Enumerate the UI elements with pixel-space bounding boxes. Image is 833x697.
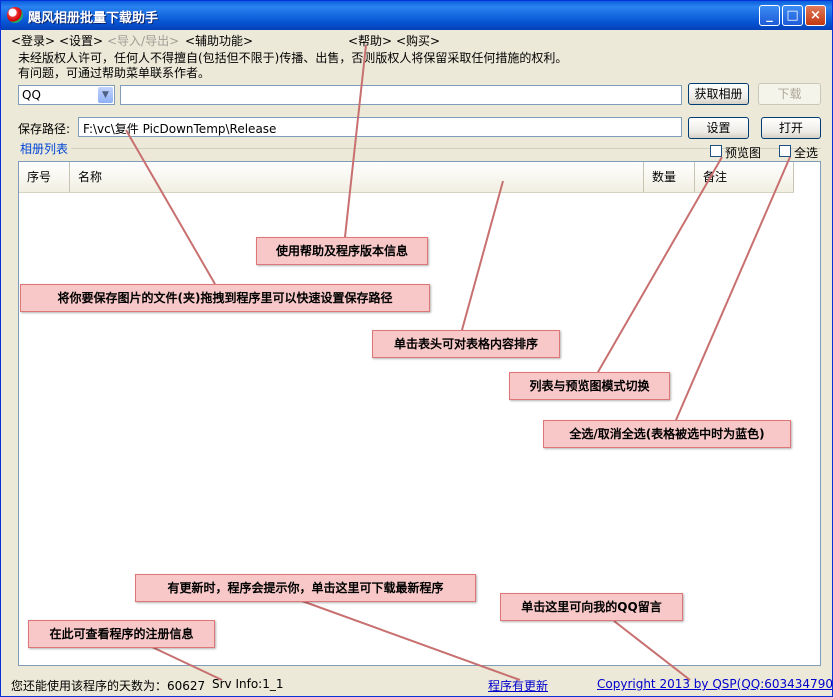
menu-help[interactable]: <帮助> xyxy=(348,32,392,49)
maximize-button[interactable]: □ xyxy=(782,5,803,26)
notice-line-2: 有问题，可通过帮助菜单联系作者。 xyxy=(18,66,211,80)
open-button[interactable]: 打开 xyxy=(761,117,821,139)
notice-line-1: 未经版权人许可，任何人不得擅自(包括但不限于)传播、出售，否则版权人将保留采取任… xyxy=(18,51,568,65)
callout-update: 有更新时，程序会提示你，单击这里可下载最新程序 xyxy=(135,574,476,602)
settings-button[interactable]: 设置 xyxy=(688,117,749,139)
select-all-checkbox[interactable] xyxy=(779,145,791,157)
source-select-value: QQ xyxy=(22,88,41,102)
menu-settings[interactable]: <设置> xyxy=(59,32,103,49)
minimize-button[interactable]: _ xyxy=(759,5,780,26)
callout-drag-path: 将你要保存图片的文件(夹)拖拽到程序里可以快速设置保存路径 xyxy=(20,284,430,312)
menu-buy[interactable]: <购买> xyxy=(396,32,440,49)
album-list-title: 相册列表 xyxy=(20,142,69,156)
column-header-count[interactable]: 数量 xyxy=(644,162,695,192)
app-logo-icon xyxy=(7,7,23,23)
table-header: 序号 名称 数量 备注 xyxy=(19,162,794,193)
close-button[interactable]: × xyxy=(805,5,826,26)
callout-message: 单击这里可向我的QQ留言 xyxy=(500,593,683,621)
callout-mode-switch: 列表与预览图模式切换 xyxy=(509,372,670,400)
window-title: 飓风相册批量下载助手 xyxy=(28,11,159,26)
chevron-down-icon[interactable]: ▼ xyxy=(98,87,113,103)
select-all-checkbox-label[interactable]: 全选 xyxy=(794,144,818,161)
album-url-input[interactable] xyxy=(120,85,682,105)
callout-help: 使用帮助及程序版本信息 xyxy=(256,237,428,265)
fetch-albums-button[interactable]: 获取相册 xyxy=(688,83,749,105)
preview-checkbox-label[interactable]: 预览图 xyxy=(725,144,761,161)
download-button[interactable]: 下载 xyxy=(758,83,821,105)
license-notice: 未经版权人许可，任何人不得擅自(包括但不限于)传播、出售，否则版权人将保留采取任… xyxy=(18,51,567,81)
column-header-remarks[interactable]: 备注 xyxy=(695,162,794,192)
column-header-index[interactable]: 序号 xyxy=(19,162,70,192)
save-path-input[interactable]: F:\vc\复件 PicDownTemp\Release xyxy=(78,117,682,137)
remaining-days-text[interactable]: 您还能使用该程序的天数为：60627 xyxy=(11,677,205,694)
preview-checkbox[interactable] xyxy=(710,145,722,157)
callout-register: 在此可查看程序的注册信息 xyxy=(28,620,215,648)
status-bar: 您还能使用该程序的天数为：60627 Srv Info:1_1 程序有更新 Co… xyxy=(1,672,833,696)
source-select[interactable]: QQ ▼ xyxy=(18,85,115,105)
copyright-link[interactable]: Copyright 2013 by QSP(QQ:603434790) xyxy=(597,677,833,691)
save-path-label: 保存路径: xyxy=(18,122,71,136)
menu-import-export[interactable]: <导入/导出> xyxy=(107,32,179,49)
callout-select-all: 全选/取消全选(表格被选中时为蓝色) xyxy=(543,420,791,448)
server-info-text: Srv Info:1_1 xyxy=(212,677,284,691)
column-header-name[interactable]: 名称 xyxy=(70,162,644,192)
update-link[interactable]: 程序有更新 xyxy=(488,677,548,694)
groupbox-line xyxy=(71,148,821,149)
title-bar[interactable]: 飓风相册批量下载助手 _ □ × xyxy=(1,1,832,30)
menu-login[interactable]: <登录> xyxy=(11,32,55,49)
callout-sort: 单击表头可对表格内容排序 xyxy=(372,330,560,358)
menu-tools[interactable]: <辅助功能> xyxy=(185,32,253,49)
